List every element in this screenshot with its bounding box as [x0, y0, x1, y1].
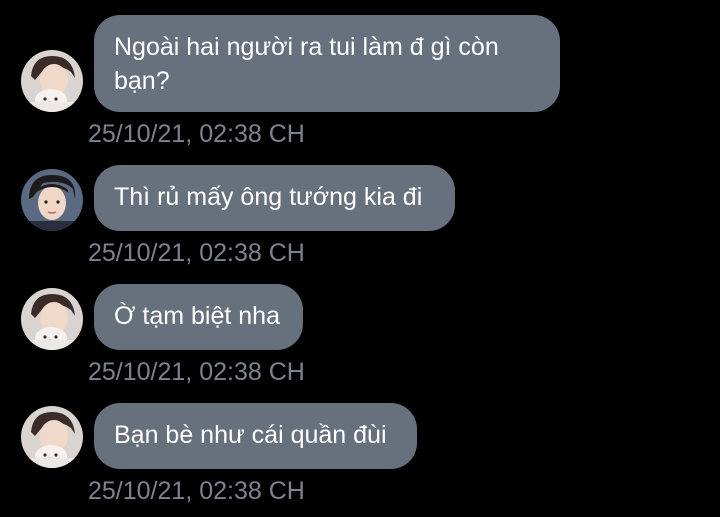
message-timestamp: 25/10/21, 02:38 CH [88, 358, 305, 386]
message-bubble[interactable]: Ngoài hai người ra tui làm đ gì còn bạn? [94, 15, 560, 112]
chat-thread: Ngoài hai người ra tui làm đ gì còn bạn?… [0, 0, 720, 517]
message-timestamp: 25/10/21, 02:38 CH [88, 120, 305, 148]
message-bubble[interactable]: Thì rủ mấy ông tướng kia đi [94, 165, 455, 231]
message-text: Ờ tạm biệt nha [114, 302, 280, 330]
avatar-a-image [21, 50, 83, 112]
message-bubble[interactable]: Bạn bè như cái quần đùi [94, 403, 417, 469]
avatar-a-image [21, 288, 83, 350]
message-text: Thì rủ mấy ông tướng kia đi [114, 183, 423, 211]
avatar[interactable] [21, 406, 83, 468]
avatar-b-image [21, 169, 83, 231]
message-timestamp: 25/10/21, 02:38 CH [88, 239, 305, 267]
message-text: Bạn bè như cái quần đùi [114, 421, 387, 449]
message-text: Ngoài hai người ra tui làm đ gì còn bạn? [114, 33, 499, 95]
message-timestamp: 25/10/21, 02:38 CH [88, 477, 305, 505]
avatar-a-image [21, 406, 83, 468]
message-bubble[interactable]: Ờ tạm biệt nha [94, 284, 303, 350]
avatar[interactable] [21, 169, 83, 231]
avatar[interactable] [21, 288, 83, 350]
avatar[interactable] [21, 50, 83, 112]
